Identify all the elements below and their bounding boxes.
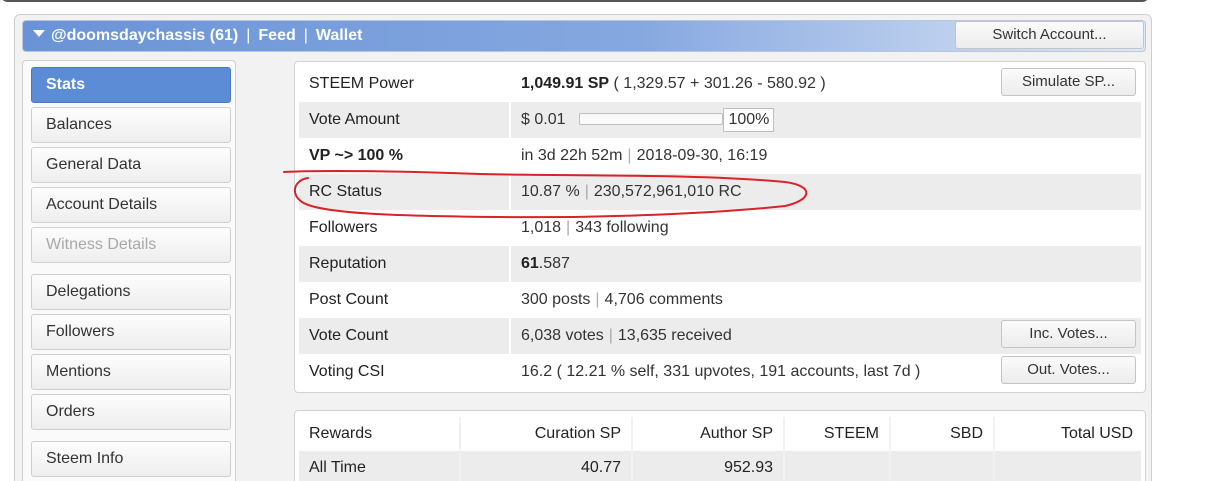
vote-count-label: Vote Count [309, 327, 389, 344]
row-divider [509, 174, 511, 210]
column-divider [459, 417, 461, 481]
rewards-grid: Rewards Curation SP Author SP STEEM SBD … [299, 417, 1141, 481]
column-divider [631, 417, 633, 481]
row-divider [509, 318, 511, 354]
rc-status-value: 10.87 % | 230,572,961,010 RC [521, 183, 742, 200]
stats-row-vote-amount: Vote Amount $ 0.01 100% [299, 102, 1141, 138]
vote-count-value: 6,038 votes | 13,635 received [521, 327, 732, 344]
stats-row-reputation: Reputation 61.587 [299, 246, 1141, 282]
stats-row-vp: VP ~> 100 % in 3d 22h 52m | 2018-09-30, 16… [299, 138, 1141, 174]
followers-label: Followers [309, 219, 378, 236]
sidebar-item-witness-details: Witness Details [31, 227, 231, 263]
post-count-value: 300 posts | 4,706 comments [521, 291, 723, 308]
sidebar-item-steem-info[interactable]: Steem Info [31, 441, 231, 477]
rewards-table: Rewards Curation SP Author SP STEEM SBD … [294, 410, 1146, 481]
table-row: All Time 40.77 952.93 [299, 451, 1141, 481]
row-divider [509, 246, 511, 282]
sidebar-item-mentions[interactable]: Mentions [31, 354, 231, 390]
total-usd-header: Total USD [1060, 425, 1133, 442]
steem-power-value: 1,049.91 SP ( 1,329.57 + 301.26 - 580.92… [521, 75, 826, 92]
curation-sp-header: Curation SP [534, 425, 621, 442]
window-frame-top [0, 0, 1150, 2]
inc-votes-button[interactable]: Inc. Votes... [1001, 320, 1136, 348]
feed-link[interactable]: Feed [258, 27, 295, 44]
stats-row-post-count: Post Count 300 posts | 4,706 comments [299, 282, 1141, 318]
rc-status-label: RC Status [309, 183, 382, 200]
sidebar-item-stats[interactable]: Stats [31, 67, 231, 103]
vote-weight-percent[interactable]: 100% [723, 107, 775, 132]
sidebar-item-followers[interactable]: Followers [31, 314, 231, 350]
rewards-header-row: Rewards Curation SP Author SP STEEM SBD … [299, 417, 1141, 451]
vp-label: VP ~> 100 % [309, 147, 403, 164]
sidebar-item-delegations[interactable]: Delegations [31, 274, 231, 310]
sidebar-item-account-details[interactable]: Account Details [31, 187, 231, 223]
sidebar-item-general-data[interactable]: General Data [31, 147, 231, 183]
simulate-sp-button[interactable]: Simulate SP... [1001, 68, 1136, 96]
reputation-label: Reputation [309, 255, 387, 272]
caret-down-icon[interactable] [33, 30, 45, 38]
post-count-label: Post Count [309, 291, 389, 308]
all-time-author-sp: 952.93 [724, 459, 773, 476]
sidebar-item-orders[interactable]: Orders [31, 394, 231, 430]
voting-csi-label: Voting CSI [309, 363, 385, 380]
out-votes-button[interactable]: Out. Votes... [1001, 356, 1136, 384]
all-time-label: All Time [309, 459, 366, 476]
vp-value: in 3d 22h 52m | 2018-09-30, 16:19 [521, 147, 768, 164]
header-separator: | [303, 27, 308, 44]
stats-row-followers: Followers 1,018 | 343 following [299, 210, 1141, 246]
vote-amount-value: $ 0.01 100% [521, 102, 775, 138]
switch-account-button[interactable]: Switch Account... [955, 21, 1144, 49]
column-divider [783, 417, 785, 481]
followers-value: 1,018 | 343 following [521, 219, 669, 236]
sidebar: Stats Balances General Data Account Deta… [22, 60, 236, 481]
header-title: @doomsdaychassis (61) | Feed | Wallet [33, 27, 362, 45]
row-divider [509, 102, 511, 138]
steem-power-label: STEEM Power [309, 75, 414, 92]
column-divider [889, 417, 891, 481]
reputation-value: 61.587 [521, 255, 570, 272]
sidebar-item-balances[interactable]: Balances [31, 107, 231, 143]
author-sp-header: Author SP [700, 425, 773, 442]
voting-csi-value: 16.2 ( 12.21 % self, 331 upvotes, 191 ac… [521, 363, 921, 380]
rewards-header: Rewards [309, 425, 373, 442]
stats-row-rc-status: RC Status 10.87 % | 230,572,961,010 RC [299, 174, 1141, 210]
header-separator: | [246, 27, 251, 44]
vote-weight-slider[interactable] [579, 112, 724, 125]
sbd-header: SBD [950, 425, 983, 442]
column-divider [993, 417, 995, 481]
account-name-link[interactable]: @doomsdaychassis (61) [51, 27, 238, 44]
wallet-link[interactable]: Wallet [316, 27, 363, 44]
vote-amount-label: Vote Amount [309, 111, 400, 128]
all-time-curation-sp: 40.77 [580, 459, 621, 476]
steem-header: STEEM [823, 425, 879, 442]
